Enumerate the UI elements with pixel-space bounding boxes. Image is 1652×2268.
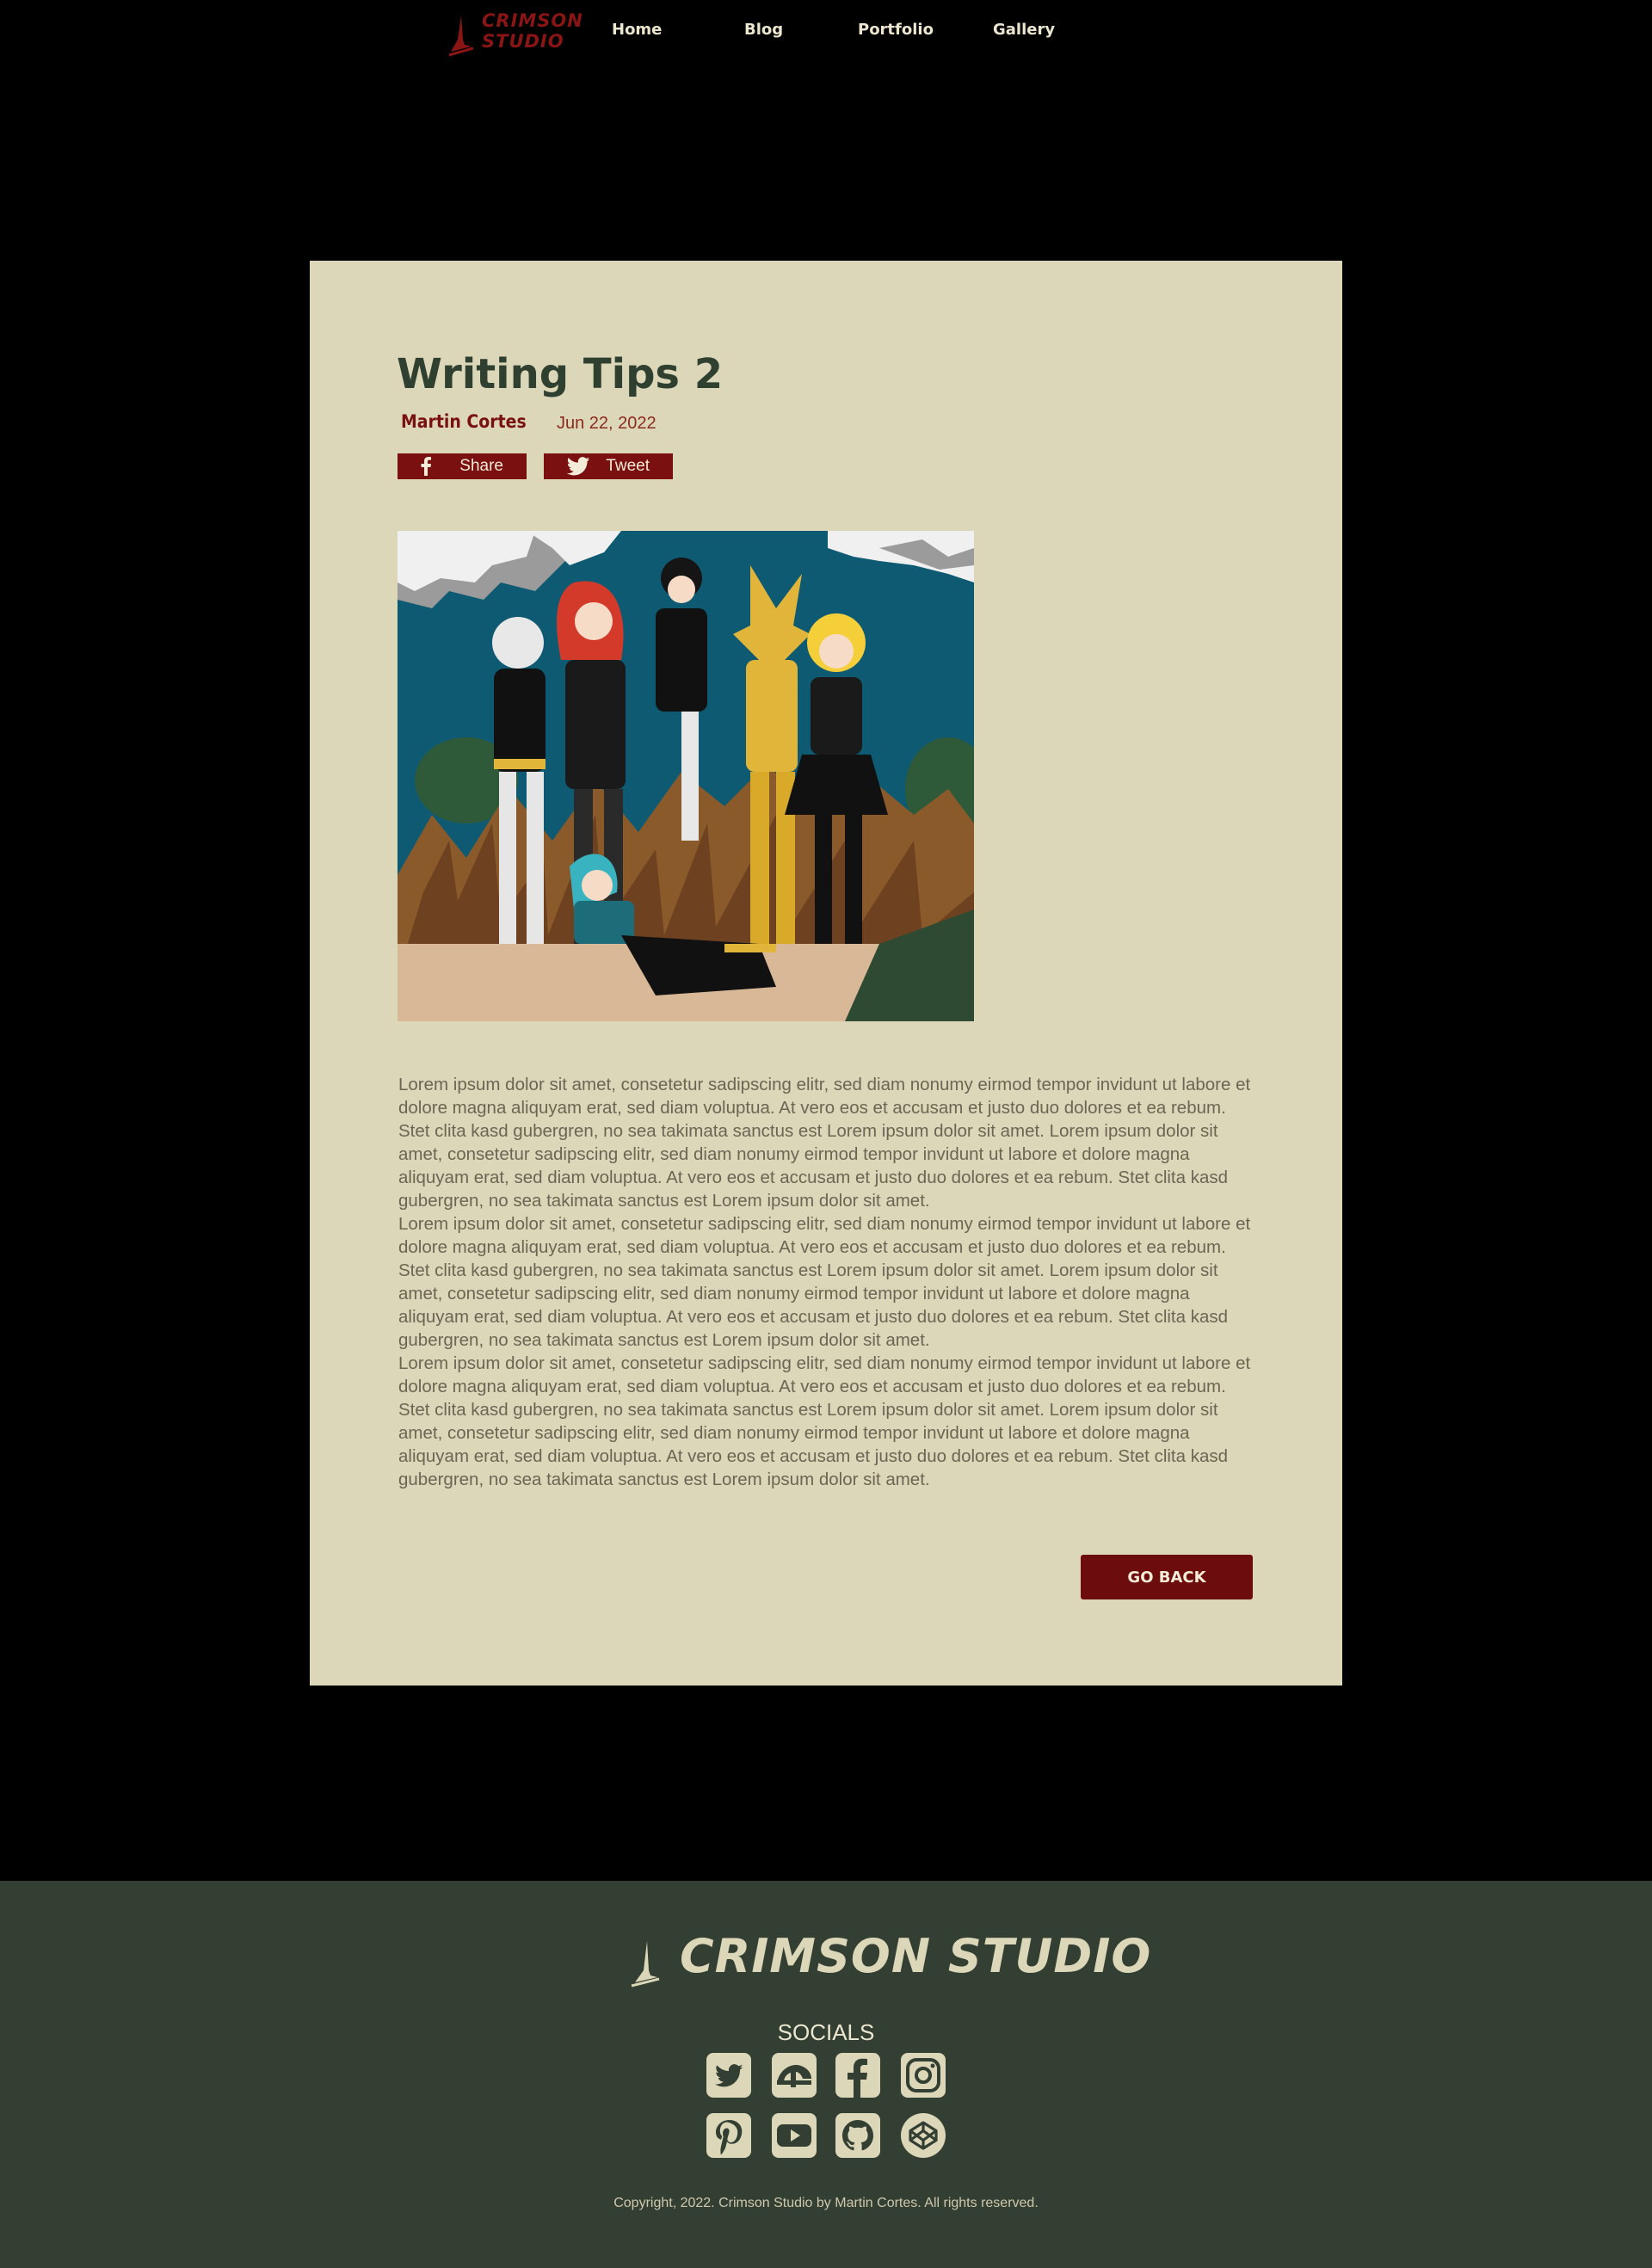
- paragraph: Lorem ipsum dolor sit amet, consetetur s…: [398, 1353, 1251, 1489]
- pen-icon: [631, 1941, 660, 1988]
- nav-gallery[interactable]: Gallery: [993, 21, 1055, 39]
- facebook-icon: [421, 457, 431, 476]
- logo-text: CRIMSON STUDIO: [482, 10, 583, 52]
- share-button[interactable]: Share: [398, 453, 527, 479]
- post-author[interactable]: Martin Cortes: [401, 411, 527, 432]
- nav-blog[interactable]: Blog: [744, 21, 783, 39]
- twitter-icon[interactable]: [706, 2053, 751, 2098]
- post-date: Jun 22, 2022: [557, 414, 656, 433]
- post-title: Writing Tips 2: [397, 350, 724, 398]
- site-header: CRIMSON STUDIO Home Blog Portfolio Galle…: [0, 0, 1652, 69]
- nav-home[interactable]: Home: [612, 21, 662, 39]
- tweet-label: Tweet: [606, 457, 650, 475]
- paragraph: Lorem ipsum dolor sit amet, consetetur s…: [398, 1075, 1251, 1211]
- github-icon[interactable]: [835, 2113, 880, 2158]
- post-card: Writing Tips 2 Martin Cortes Jun 22, 202…: [310, 261, 1342, 1686]
- copyright: Copyright, 2022. Crimson Studio by Marti…: [613, 2196, 1039, 2210]
- go-back-button[interactable]: GO BACK: [1081, 1555, 1253, 1599]
- codepen-icon[interactable]: [901, 2113, 946, 2158]
- footer-brand: CRIMSON STUDIO: [680, 1929, 1152, 1983]
- logo-line-1: CRIMSON: [482, 10, 583, 31]
- youtube-icon[interactable]: [772, 2113, 817, 2158]
- post-hero-image: [398, 531, 974, 1021]
- illustration: [398, 531, 974, 1021]
- site-footer: CRIMSON STUDIO SOCIALS Copyright, 2022. …: [0, 1881, 1652, 2268]
- share-label: Share: [459, 457, 503, 475]
- socials-heading: SOCIALS: [777, 2019, 875, 2045]
- nav-portfolio[interactable]: Portfolio: [858, 21, 934, 39]
- deviantart-icon[interactable]: [772, 2053, 817, 2098]
- facebook-icon[interactable]: [835, 2053, 880, 2098]
- pen-icon: [448, 15, 474, 57]
- instagram-icon[interactable]: [901, 2053, 946, 2098]
- footer-logo[interactable]: CRIMSON STUDIO: [628, 1929, 1150, 1989]
- logo-line-2: STUDIO: [482, 31, 564, 52]
- paragraph: Lorem ipsum dolor sit amet, consetetur s…: [398, 1214, 1251, 1350]
- tweet-button[interactable]: Tweet: [544, 453, 673, 479]
- twitter-icon: [566, 457, 590, 476]
- pinterest-icon[interactable]: [706, 2113, 751, 2158]
- logo[interactable]: CRIMSON STUDIO: [446, 9, 583, 60]
- post-body: Lorem ipsum dolor sit amet, consetetur s…: [398, 1073, 1259, 1491]
